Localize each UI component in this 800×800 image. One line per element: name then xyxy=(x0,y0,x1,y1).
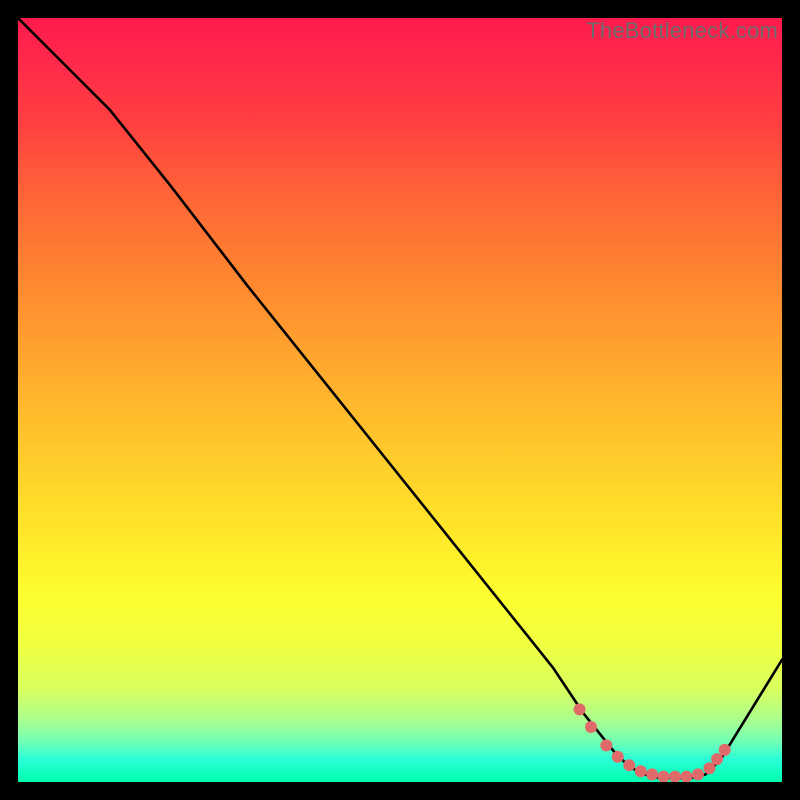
chart-frame: TheBottleneck.com xyxy=(0,0,800,800)
gradient-plot-area: TheBottleneck.com xyxy=(18,18,782,782)
highlight-dot xyxy=(658,771,670,782)
highlight-dot xyxy=(703,762,715,774)
highlight-dot xyxy=(600,739,612,751)
highlight-dot xyxy=(681,771,693,782)
highlight-dot xyxy=(669,771,681,782)
highlight-dot xyxy=(574,703,586,715)
highlight-dot xyxy=(711,753,723,765)
highlight-dot xyxy=(719,744,731,756)
highlight-dot xyxy=(612,751,624,763)
highlight-dot xyxy=(585,721,597,733)
bottleneck-curve xyxy=(18,18,782,778)
highlight-dot xyxy=(646,768,658,780)
highlight-dots xyxy=(574,703,731,782)
highlight-dot xyxy=(635,765,647,777)
highlight-dot xyxy=(623,759,635,771)
highlight-dot xyxy=(692,768,704,780)
curve-overlay xyxy=(18,18,782,782)
